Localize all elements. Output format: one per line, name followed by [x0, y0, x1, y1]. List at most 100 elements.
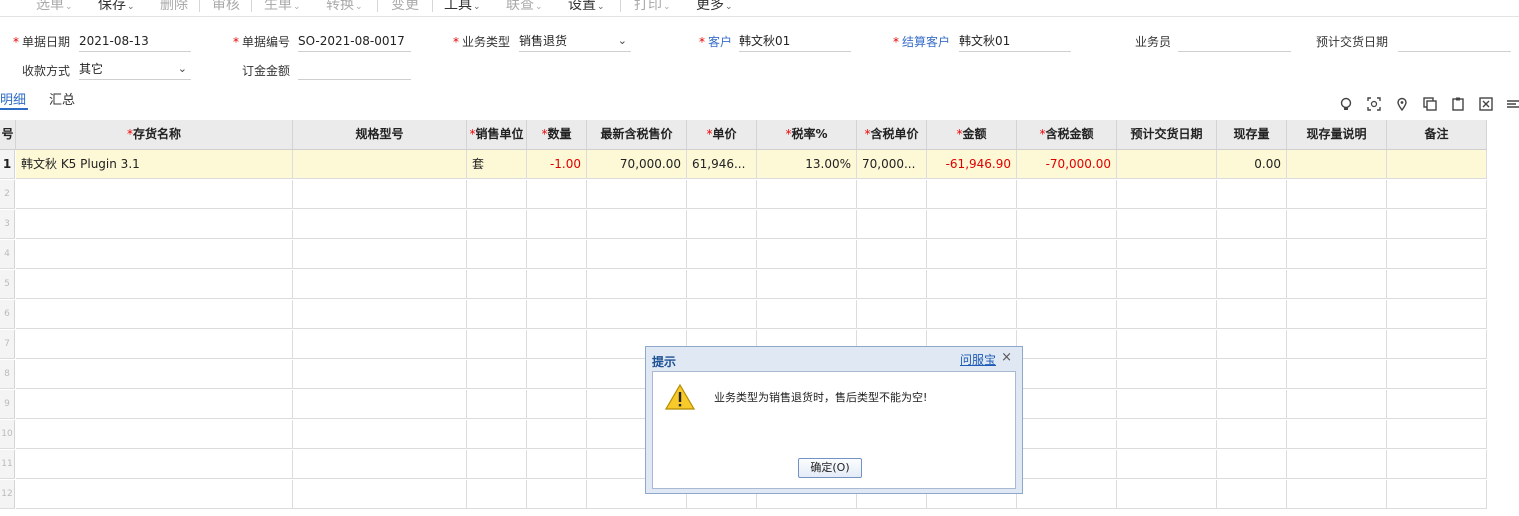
- table-cell[interactable]: [857, 240, 927, 269]
- table-cell[interactable]: [587, 300, 687, 329]
- column-header[interactable]: 现存量说明: [1287, 120, 1387, 150]
- column-header[interactable]: *单价: [687, 120, 757, 150]
- table-cell[interactable]: [587, 180, 687, 209]
- table-cell[interactable]: 70,000...: [857, 150, 927, 179]
- table-cell[interactable]: [1387, 390, 1487, 419]
- table-cell[interactable]: [527, 240, 587, 269]
- table-cell[interactable]: [1287, 180, 1387, 209]
- table-cell[interactable]: [1287, 210, 1387, 239]
- table-cell[interactable]: [293, 300, 467, 329]
- table-cell[interactable]: 61,946...: [687, 150, 757, 179]
- table-cell[interactable]: -61,946.90: [927, 150, 1017, 179]
- toolbar-button[interactable]: 保存⌄: [98, 0, 135, 14]
- column-header[interactable]: 现存量: [1217, 120, 1287, 150]
- customer-label[interactable]: * 客户: [699, 33, 732, 50]
- toolbar-button[interactable]: 打印⌄: [634, 0, 671, 14]
- table-cell[interactable]: [1217, 210, 1287, 239]
- row-number[interactable]: 11: [0, 450, 15, 479]
- table-cell[interactable]: [757, 240, 857, 269]
- row-number[interactable]: 5: [0, 270, 15, 299]
- settle-customer-label[interactable]: * 结算客户: [893, 33, 950, 50]
- table-cell[interactable]: [293, 180, 467, 209]
- table-cell[interactable]: [1017, 360, 1117, 389]
- table-cell[interactable]: [927, 300, 1017, 329]
- table-cell[interactable]: [1017, 210, 1117, 239]
- table-cell[interactable]: [587, 210, 687, 239]
- column-header[interactable]: 预计交货日期: [1117, 120, 1217, 150]
- table-cell[interactable]: [587, 270, 687, 299]
- table-cell[interactable]: [1117, 360, 1217, 389]
- table-cell[interactable]: [1387, 300, 1487, 329]
- table-cell[interactable]: [1117, 420, 1217, 449]
- table-cell[interactable]: [687, 240, 757, 269]
- table-cell[interactable]: [1387, 180, 1487, 209]
- table-cell[interactable]: [293, 270, 467, 299]
- table-cell[interactable]: 韩文秋 K5 Plugin 3.1: [16, 150, 293, 179]
- table-cell[interactable]: [527, 390, 587, 419]
- table-cell[interactable]: [1117, 480, 1217, 509]
- table-cell[interactable]: [293, 210, 467, 239]
- help-link[interactable]: 问服宝: [960, 351, 996, 368]
- table-cell[interactable]: [467, 420, 527, 449]
- tab-detail[interactable]: 明细: [0, 89, 26, 108]
- table-cell[interactable]: [1387, 210, 1487, 239]
- table-cell[interactable]: [1117, 150, 1217, 179]
- table-cell[interactable]: [527, 180, 587, 209]
- table-cell[interactable]: [1217, 180, 1287, 209]
- table-cell[interactable]: [757, 300, 857, 329]
- row-number[interactable]: 3: [0, 210, 15, 239]
- table-cell[interactable]: [857, 180, 927, 209]
- column-header[interactable]: *销售单位: [467, 120, 527, 150]
- table-cell[interactable]: [16, 300, 293, 329]
- table-cell[interactable]: [587, 240, 687, 269]
- table-cell[interactable]: [1117, 330, 1217, 359]
- row-number[interactable]: 6: [0, 300, 15, 329]
- deposit-field[interactable]: [298, 59, 411, 80]
- settle-customer-field[interactable]: 韩文秋01: [959, 31, 1071, 52]
- tab-summary[interactable]: 汇总: [49, 89, 75, 108]
- table-cell[interactable]: [467, 480, 527, 509]
- table-cell[interactable]: [1017, 420, 1117, 449]
- table-cell[interactable]: [1217, 270, 1287, 299]
- row-number[interactable]: 4: [0, 240, 15, 269]
- ok-button[interactable]: 确定(O): [798, 458, 862, 478]
- table-cell[interactable]: [527, 210, 587, 239]
- toolbar-button[interactable]: 转换⌄: [326, 0, 363, 14]
- table-cell[interactable]: [293, 450, 467, 479]
- table-cell[interactable]: [857, 210, 927, 239]
- table-cell[interactable]: [293, 330, 467, 359]
- row-number[interactable]: 1: [0, 150, 15, 179]
- toolbar-button[interactable]: 生单⌄: [264, 0, 301, 14]
- toolbar-button[interactable]: 选单⌄: [36, 0, 73, 14]
- table-cell[interactable]: [293, 360, 467, 389]
- table-cell[interactable]: [1287, 300, 1387, 329]
- table-cell[interactable]: 套: [467, 150, 527, 179]
- column-header[interactable]: 备注: [1387, 120, 1487, 150]
- table-cell[interactable]: 70,000.00: [587, 150, 687, 179]
- row-number[interactable]: 2: [0, 180, 15, 209]
- table-cell[interactable]: [293, 480, 467, 509]
- table-cell[interactable]: [1017, 450, 1117, 479]
- table-cell[interactable]: [16, 450, 293, 479]
- table-cell[interactable]: [857, 300, 927, 329]
- row-number[interactable]: 8: [0, 360, 15, 389]
- table-cell[interactable]: [527, 480, 587, 509]
- toolbar-button[interactable]: 删除: [160, 0, 188, 14]
- table-cell[interactable]: [1017, 180, 1117, 209]
- table-cell[interactable]: [1217, 420, 1287, 449]
- table-cell[interactable]: [1287, 480, 1387, 509]
- table-cell[interactable]: -1.00: [527, 150, 587, 179]
- column-header[interactable]: *含税金额: [1017, 120, 1117, 150]
- close-icon[interactable]: ×: [1001, 350, 1012, 365]
- toolbar-button[interactable]: 变更: [391, 0, 419, 14]
- table-cell[interactable]: [16, 330, 293, 359]
- table-cell[interactable]: [1387, 480, 1487, 509]
- table-cell[interactable]: [1287, 360, 1387, 389]
- customer-field[interactable]: 韩文秋01: [739, 31, 851, 52]
- table-cell[interactable]: [16, 240, 293, 269]
- table-cell[interactable]: [1287, 450, 1387, 479]
- table-cell[interactable]: [1387, 330, 1487, 359]
- table-cell[interactable]: [527, 360, 587, 389]
- table-cell[interactable]: [1217, 360, 1287, 389]
- table-cell[interactable]: [1287, 270, 1387, 299]
